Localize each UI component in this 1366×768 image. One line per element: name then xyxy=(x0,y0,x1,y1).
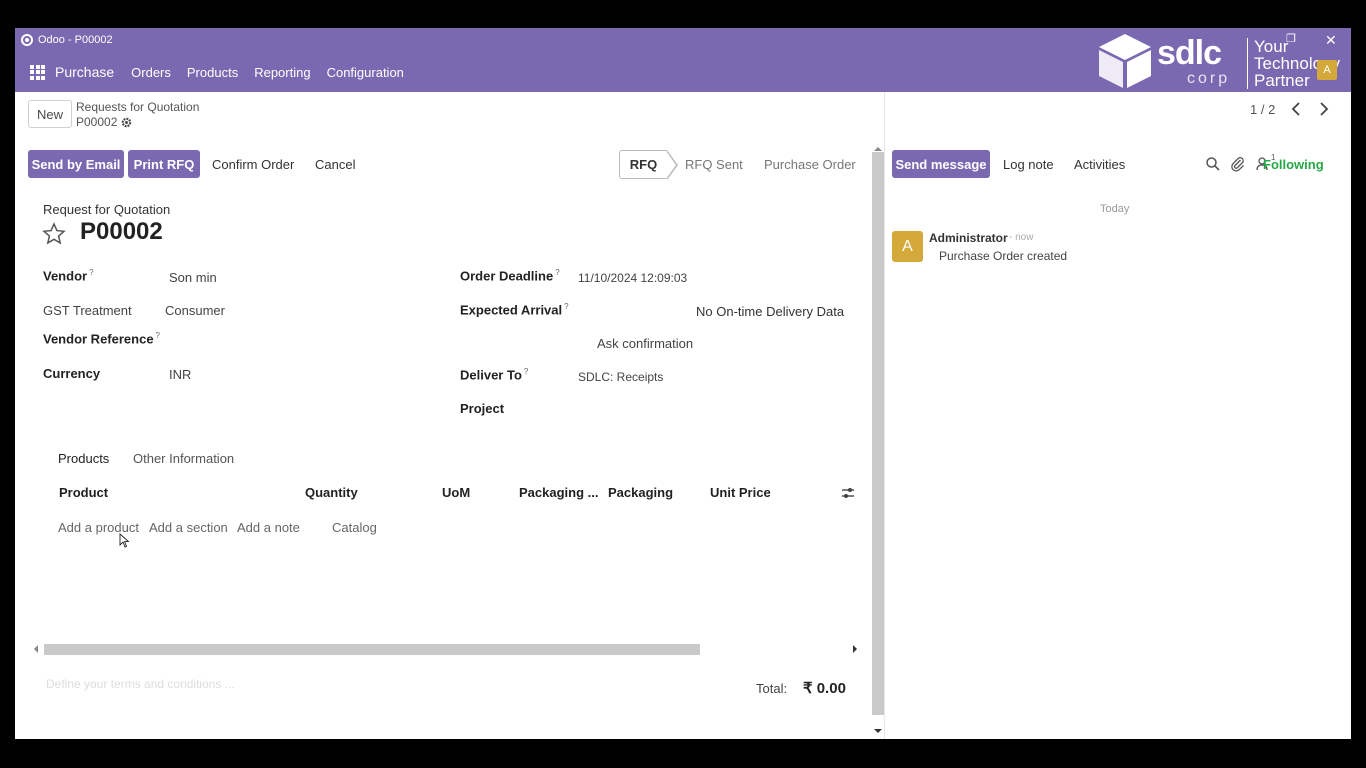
company-watermark-logo: sdlc corp Your Technology Partner xyxy=(1095,30,1347,92)
status-arrow xyxy=(666,150,678,180)
avatar[interactable]: A xyxy=(892,231,923,262)
ask-confirmation-checkbox[interactable]: Ask confirmation xyxy=(597,336,693,351)
expected-arrival-label: Expected Arrival? xyxy=(460,302,569,317)
gst-treatment-field[interactable]: Consumer xyxy=(165,303,225,318)
app-window: Odoo - P00002 Purchase Orders Products R… xyxy=(15,28,1351,739)
nav-brand[interactable]: Purchase xyxy=(55,64,114,80)
column-header-uom[interactable]: UoM xyxy=(442,485,470,500)
terms-conditions-field[interactable]: Define your terms and conditions ... xyxy=(46,677,235,691)
order-deadline-label: Order Deadline? xyxy=(460,268,560,283)
catalog-link[interactable]: Catalog xyxy=(332,520,377,535)
nav-item-orders[interactable]: Orders xyxy=(131,65,171,80)
breadcrumb-current-label: P00002 xyxy=(76,115,118,129)
star-icon[interactable] xyxy=(42,222,66,246)
status-rfq-label: RFQ xyxy=(629,157,658,172)
breadcrumb-current: P00002 xyxy=(76,115,132,129)
send-message-button[interactable]: Send message xyxy=(892,150,990,178)
logo-sub-text: corp xyxy=(1187,70,1231,87)
nav-item-reporting[interactable]: Reporting xyxy=(254,65,310,80)
message-author[interactable]: Administrator xyxy=(929,231,1008,245)
mouse-cursor-icon xyxy=(119,533,129,548)
help-tooltip-icon[interactable]: ? xyxy=(524,367,528,376)
chatter-divider xyxy=(884,92,885,739)
deliver-to-label-text: Deliver To xyxy=(460,367,522,383)
close-window-icon[interactable]: ✕ xyxy=(1325,32,1337,49)
vendor-reference-label-text: Vendor Reference xyxy=(43,331,154,347)
optional-columns-icon[interactable] xyxy=(841,486,855,500)
scroll-down-icon[interactable] xyxy=(874,729,882,733)
form-subtitle: Request for Quotation xyxy=(43,202,171,217)
currency-field[interactable]: INR xyxy=(169,367,191,382)
expected-arrival-label-text: Expected Arrival xyxy=(460,302,563,318)
vertical-scrollbar[interactable] xyxy=(872,152,884,715)
vendor-label-text: Vendor xyxy=(43,268,88,284)
vendor-reference-label: Vendor Reference? xyxy=(43,331,160,346)
tab-other-information[interactable]: Other Information xyxy=(133,451,234,466)
deliver-to-field[interactable]: SDLC: Receipts xyxy=(578,370,663,384)
total-value: ₹ 0.00 xyxy=(803,680,846,697)
activities-button[interactable]: Activities xyxy=(1074,157,1125,172)
currency-label: Currency xyxy=(43,366,101,381)
odoo-app-icon xyxy=(21,34,33,46)
vendor-label: Vendor? xyxy=(43,268,94,283)
user-avatar[interactable]: A xyxy=(1317,60,1337,80)
nav-item-products[interactable]: Products xyxy=(187,65,238,80)
paperclip-icon[interactable] xyxy=(1230,156,1246,172)
status-purchase-order[interactable]: Purchase Order xyxy=(764,157,856,172)
horizontal-scrollbar[interactable] xyxy=(44,644,700,655)
add-note-link[interactable]: Add a note xyxy=(237,520,300,535)
page-title: P00002 xyxy=(80,218,163,245)
add-section-link[interactable]: Add a section xyxy=(149,520,228,535)
restore-window-icon[interactable]: ❐ xyxy=(1286,32,1296,45)
status-bar: RFQ RFQ Sent Purchase Order xyxy=(619,150,856,180)
order-deadline-field[interactable]: 11/10/2024 12:09:03 xyxy=(578,271,687,285)
status-rfq-sent[interactable]: RFQ Sent xyxy=(685,157,743,172)
status-rfq[interactable]: RFQ xyxy=(619,150,678,180)
breadcrumb-parent[interactable]: Requests for Quotation xyxy=(76,100,199,114)
column-header-product[interactable]: Product xyxy=(59,485,108,500)
message-body: Purchase Order created xyxy=(939,249,1068,263)
pager-next-icon[interactable] xyxy=(1316,100,1332,118)
following-button[interactable]: Following xyxy=(1263,157,1324,172)
search-icon[interactable] xyxy=(1205,156,1221,172)
deliver-to-label: Deliver To? xyxy=(460,367,528,382)
scroll-left-icon[interactable] xyxy=(34,645,38,653)
date-separator: Today xyxy=(1100,203,1130,215)
cube-logo-icon xyxy=(1099,34,1151,88)
confirm-order-button[interactable]: Confirm Order xyxy=(212,157,294,172)
tab-products[interactable]: Products xyxy=(58,451,109,466)
help-tooltip-icon[interactable]: ? xyxy=(89,268,93,277)
help-tooltip-icon[interactable]: ? xyxy=(555,268,559,277)
message-time: - now xyxy=(1009,232,1034,243)
nav-item-configuration[interactable]: Configuration xyxy=(327,65,404,80)
log-note-button[interactable]: Log note xyxy=(1003,157,1054,172)
on-time-delivery-data: No On-time Delivery Data xyxy=(696,304,845,319)
gear-icon[interactable] xyxy=(121,117,132,128)
print-rfq-button[interactable]: Print RFQ xyxy=(128,150,200,178)
window-title: Odoo - P00002 xyxy=(38,34,113,46)
project-label: Project xyxy=(460,401,505,416)
order-deadline-label-text: Order Deadline xyxy=(460,268,554,284)
help-tooltip-icon[interactable]: ? xyxy=(564,302,568,311)
apps-menu-icon[interactable] xyxy=(30,64,45,80)
column-header-unit-price[interactable]: Unit Price xyxy=(710,485,771,500)
vendor-field[interactable]: Son min xyxy=(169,270,217,285)
new-button[interactable]: New xyxy=(28,100,72,128)
pager-value[interactable]: 1 / 2 xyxy=(1250,102,1275,117)
help-tooltip-icon[interactable]: ? xyxy=(156,331,160,340)
cancel-button[interactable]: Cancel xyxy=(315,157,355,172)
column-header-packaging-qty[interactable]: Packaging ... xyxy=(519,485,598,500)
send-by-email-button[interactable]: Send by Email xyxy=(28,150,124,178)
total-label: Total: xyxy=(756,681,788,696)
column-header-quantity[interactable]: Quantity xyxy=(305,485,358,500)
scroll-up-icon[interactable] xyxy=(874,147,882,151)
logo-main-text: sdlc xyxy=(1157,34,1222,72)
pager-previous-icon[interactable] xyxy=(1288,100,1304,118)
scroll-right-icon[interactable] xyxy=(853,645,857,653)
column-header-packaging[interactable]: Packaging xyxy=(608,485,673,500)
gst-treatment-label: GST Treatment xyxy=(43,303,132,318)
